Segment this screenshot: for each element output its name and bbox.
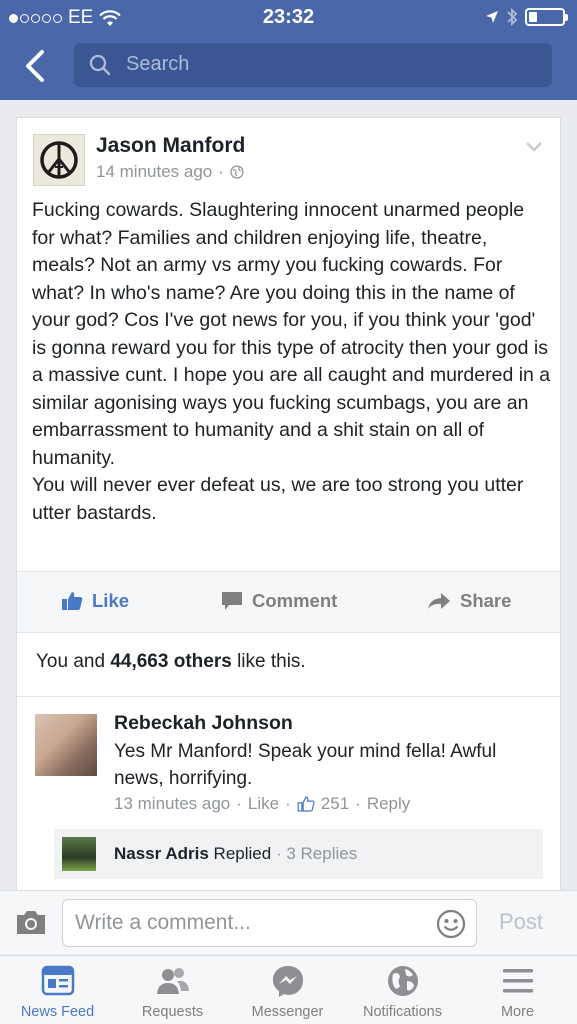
battery-level [529, 12, 537, 22]
post-meta: 14 minutes ago · [96, 162, 244, 182]
comment-timestamp: 13 minutes ago [114, 794, 231, 813]
like-button[interactable]: Like [61, 590, 129, 612]
globe-privacy-icon [230, 165, 244, 179]
tab-notifications[interactable]: Notifications [345, 956, 460, 1024]
like-label: Like [92, 590, 130, 611]
comment-composer: Write a comment... Post [0, 890, 577, 954]
status-icons [485, 7, 568, 27]
likes-summary[interactable]: You and 44,663 others like this. [36, 651, 306, 673]
comment-text: Yes Mr Manford! Speak your mind fella! A… [114, 741, 497, 789]
comment-button[interactable]: Comment [221, 590, 337, 612]
replies-count: 3 Replies [286, 844, 358, 863]
smiley-icon[interactable] [436, 909, 466, 939]
post-action-bar: Like Comment Share [17, 571, 560, 633]
tab-label-messenger: Messenger [251, 1004, 324, 1020]
tab-messenger[interactable]: Messenger [230, 956, 345, 1024]
chevron-down-icon[interactable] [524, 140, 544, 154]
share-button[interactable]: Share [427, 590, 511, 612]
likes-count: 44,663 others [110, 651, 232, 672]
replies-preview[interactable]: Nassr Adris Replied · 3 Replies [54, 829, 543, 879]
likes-suffix: like this. [231, 651, 306, 672]
thumbs-up-outline-icon [297, 796, 315, 812]
search-input[interactable]: Search [74, 43, 552, 87]
post-comment-button[interactable]: Post [499, 909, 543, 935]
commenter-avatar[interactable] [35, 714, 97, 776]
tab-requests[interactable]: Requests [115, 956, 230, 1024]
location-arrow-icon [486, 11, 498, 23]
comment-meta: 13 minutes ago · Like · 251 · Reply [114, 794, 411, 814]
menu-icon [503, 969, 533, 993]
tab-news-feed[interactable]: News Feed [0, 956, 115, 1024]
battery-icon [525, 8, 568, 26]
search-placeholder: Search [126, 53, 190, 75]
comment-reply-link[interactable]: Reply [367, 794, 410, 814]
tab-label-requests: Requests [141, 1004, 204, 1020]
likes-prefix: You and [36, 651, 111, 672]
messenger-icon [273, 966, 303, 997]
friend-requests-icon [157, 968, 189, 994]
replies-summary: Nassr Adris Replied · 3 Replies [114, 844, 358, 863]
bluetooth-icon [507, 7, 518, 27]
commenter-name[interactable]: Rebeckah Johnson [114, 712, 293, 735]
tab-label-notifications: Notifications [363, 1004, 442, 1020]
top-navigation-bar: EE 23:32 Search [0, 0, 577, 100]
comment-placeholder: Write a comment... [75, 911, 251, 934]
camera-icon[interactable] [15, 908, 47, 936]
globe-icon [388, 966, 418, 996]
post-text: Fucking cowards. Slaughtering innocent u… [32, 199, 551, 524]
post-card: Jason Manford 14 minutes ago · Fucking c… [16, 117, 561, 897]
back-chevron-icon[interactable] [18, 46, 52, 86]
search-icon [89, 54, 111, 76]
post-timestamp[interactable]: 14 minutes ago [96, 162, 212, 182]
meta-separator: · [218, 162, 224, 181]
comment-like-count: 251 [320, 794, 350, 813]
replier-name: Nassr Adris [114, 844, 209, 863]
peace-eiffel-logo-icon [40, 141, 78, 179]
bottom-tab-bar: News Feed Requests Messenger Notificatio… [0, 955, 577, 1024]
status-bar: EE 23:32 [0, 0, 577, 34]
tab-label-more: More [500, 1004, 535, 1020]
divider [17, 696, 560, 697]
tab-more[interactable]: More [460, 956, 575, 1024]
tab-label-news-feed: News Feed [20, 1004, 95, 1020]
share-label: Share [460, 590, 512, 611]
author-avatar[interactable] [33, 134, 85, 186]
thumbs-up-icon [62, 592, 83, 610]
news-feed-icon [41, 965, 75, 996]
comment-bubble-icon [222, 592, 242, 610]
replier-avatar [62, 837, 96, 871]
comment-like-link[interactable]: Like [248, 794, 279, 814]
post-author-name[interactable]: Jason Manford [96, 134, 245, 158]
comment-input[interactable]: Write a comment... [62, 899, 477, 947]
share-arrow-icon [428, 593, 450, 609]
replied-label: Replied [213, 844, 272, 863]
comment-label: Comment [252, 590, 338, 611]
